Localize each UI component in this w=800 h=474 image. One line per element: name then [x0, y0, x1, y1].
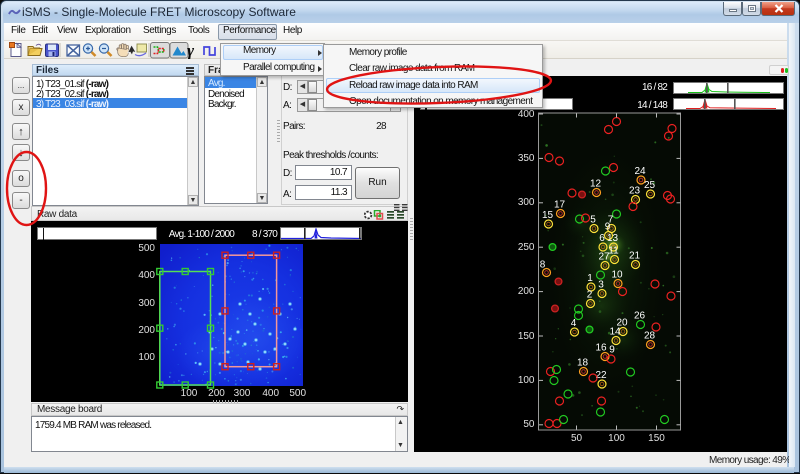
svg-text:γ: γ	[187, 42, 195, 59]
